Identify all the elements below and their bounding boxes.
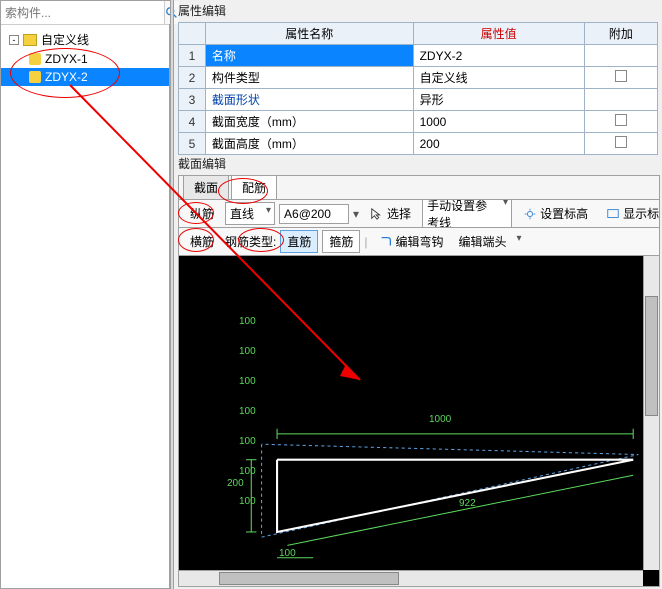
section-editor-title: 截面编辑 bbox=[178, 155, 226, 172]
dimension-label: 100 bbox=[279, 548, 296, 559]
col-header-name: 属性名称 bbox=[205, 23, 413, 45]
table-row[interactable]: 3 截面形状 异形 bbox=[179, 89, 658, 111]
table-header-row: 属性名称 属性值 附加 bbox=[179, 23, 658, 45]
component-tree: - 自定义线 ZDYX-1 ZDYX-2 bbox=[1, 25, 169, 90]
table-row[interactable]: 5 截面高度（mm） 200 bbox=[179, 133, 658, 155]
dropdown-arrow-icon[interactable]: ▾ bbox=[353, 207, 359, 221]
stirrup-rebar-button[interactable]: 箍筋 bbox=[322, 230, 360, 253]
scrollbar-thumb[interactable] bbox=[219, 572, 399, 585]
rebar-size-input[interactable] bbox=[279, 204, 349, 224]
dimension-label: 200 bbox=[227, 478, 244, 489]
checkbox[interactable] bbox=[615, 136, 627, 148]
edit-endpoint-dropdown[interactable]: 编辑端头 bbox=[455, 231, 525, 252]
line-type-dropdown[interactable]: 直线 bbox=[225, 202, 275, 225]
show-mark-button[interactable]: 显示标 bbox=[599, 202, 659, 225]
search-input[interactable] bbox=[1, 1, 164, 24]
dimension-label: 1000 bbox=[429, 414, 451, 425]
tree-item-label: ZDYX-1 bbox=[45, 52, 88, 66]
set-elevation-button[interactable]: 设置标高 bbox=[516, 202, 595, 225]
property-table: 属性名称 属性值 附加 1 名称 ZDYX-2 2 构件类型 自定义线 3 截面… bbox=[178, 22, 658, 155]
dimension-label: 922 bbox=[459, 498, 476, 509]
horizontal-scrollbar[interactable] bbox=[179, 570, 643, 586]
section-tabs: 截面 配筋 bbox=[179, 176, 659, 200]
search-row bbox=[1, 1, 169, 25]
tab-rebar[interactable]: 配筋 bbox=[231, 175, 277, 199]
col-header-extra: 附加 bbox=[584, 23, 657, 45]
manual-reference-dropdown[interactable]: 手动设置参考线 bbox=[422, 200, 512, 228]
property-editor-title: 属性编辑 bbox=[178, 2, 226, 19]
tree-item-zdyx1[interactable]: ZDYX-1 bbox=[1, 50, 169, 68]
tab-section[interactable]: 截面 bbox=[183, 175, 229, 199]
drawing-canvas[interactable]: 1000 200 922 100 100 100 100 100 100 100… bbox=[179, 256, 659, 586]
horizontal-rebar-button[interactable]: 横筋 bbox=[183, 230, 221, 253]
component-icon bbox=[29, 71, 41, 83]
tree-root[interactable]: - 自定义线 bbox=[1, 29, 169, 50]
table-row[interactable]: 4 截面宽度（mm） 1000 bbox=[179, 111, 658, 133]
tree-item-label: ZDYX-2 bbox=[45, 70, 88, 84]
edit-hook-button[interactable]: 编辑弯钩 bbox=[372, 230, 451, 253]
checkbox[interactable] bbox=[615, 114, 627, 126]
scrollbar-thumb[interactable] bbox=[645, 296, 658, 416]
section-editor-panel: 截面 配筋 纵筋 直线 ▾ 选择 手动设置参考线 设置标高 显示标 横筋 钢筋类… bbox=[178, 175, 660, 587]
drawing-svg bbox=[179, 256, 659, 586]
table-row[interactable]: 1 名称 ZDYX-2 bbox=[179, 45, 658, 67]
folder-icon bbox=[23, 34, 37, 46]
collapse-icon[interactable]: - bbox=[9, 35, 19, 45]
toolbar-2: 横筋 钢筋类型: 直筋 箍筋 | 编辑弯钩 编辑端头 bbox=[179, 228, 659, 256]
select-button[interactable]: 选择 bbox=[363, 202, 418, 225]
component-tree-panel: - 自定义线 ZDYX-1 ZDYX-2 bbox=[0, 0, 170, 589]
vertical-divider[interactable] bbox=[170, 0, 174, 589]
tree-root-label: 自定义线 bbox=[41, 31, 89, 48]
col-header-value: 属性值 bbox=[413, 23, 584, 45]
vertical-scrollbar[interactable] bbox=[643, 256, 659, 570]
table-row[interactable]: 2 构件类型 自定义线 bbox=[179, 67, 658, 89]
gear-icon bbox=[523, 207, 537, 221]
rebar-type-label: 钢筋类型: bbox=[225, 233, 276, 250]
checkbox[interactable] bbox=[615, 70, 627, 82]
display-icon bbox=[606, 207, 620, 221]
vertical-rebar-button[interactable]: 纵筋 bbox=[183, 202, 221, 225]
cursor-icon bbox=[370, 207, 384, 221]
hook-icon bbox=[379, 235, 393, 249]
toolbar-1: 纵筋 直线 ▾ 选择 手动设置参考线 设置标高 显示标 bbox=[179, 200, 659, 228]
toolbar-separator: | bbox=[364, 235, 367, 249]
straight-rebar-button[interactable]: 直筋 bbox=[280, 230, 318, 253]
component-icon bbox=[29, 53, 41, 65]
tree-item-zdyx2[interactable]: ZDYX-2 bbox=[1, 68, 169, 86]
